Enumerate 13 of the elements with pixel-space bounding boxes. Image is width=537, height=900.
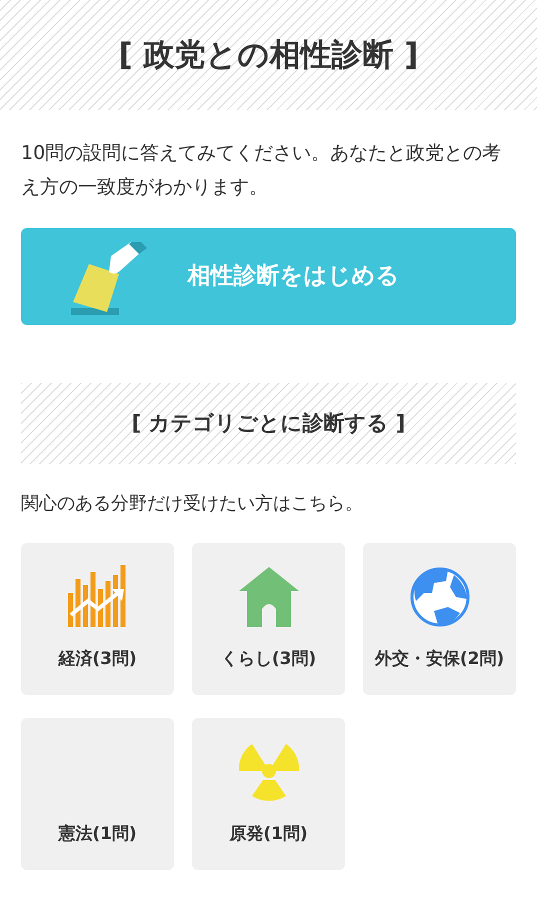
section-title: [ カテゴリごとに診断する ] (132, 410, 406, 437)
category-card[interactable]: 憲法(1問) (21, 718, 174, 870)
category-card[interactable]: 外交・安保(2問) (363, 543, 516, 695)
category-card[interactable]: くらし(3問) (192, 543, 345, 695)
category-card[interactable]: 経済(3問) (21, 543, 174, 695)
section-subtitle: 関心のある分野だけ受けたい方はこちら。 (21, 492, 364, 516)
bar-chart-icon (68, 565, 128, 627)
house-icon (238, 567, 298, 627)
globe-icon (410, 567, 470, 627)
page-title: [ 政党との相性診断 ] (118, 36, 418, 75)
category-card[interactable]: 原発(1問) (192, 718, 345, 870)
radiation-icon (238, 744, 298, 802)
intro-text: 10問の設問に答えてみてください。あなたと政党との考え方の一致度がわかります。 (21, 141, 502, 200)
